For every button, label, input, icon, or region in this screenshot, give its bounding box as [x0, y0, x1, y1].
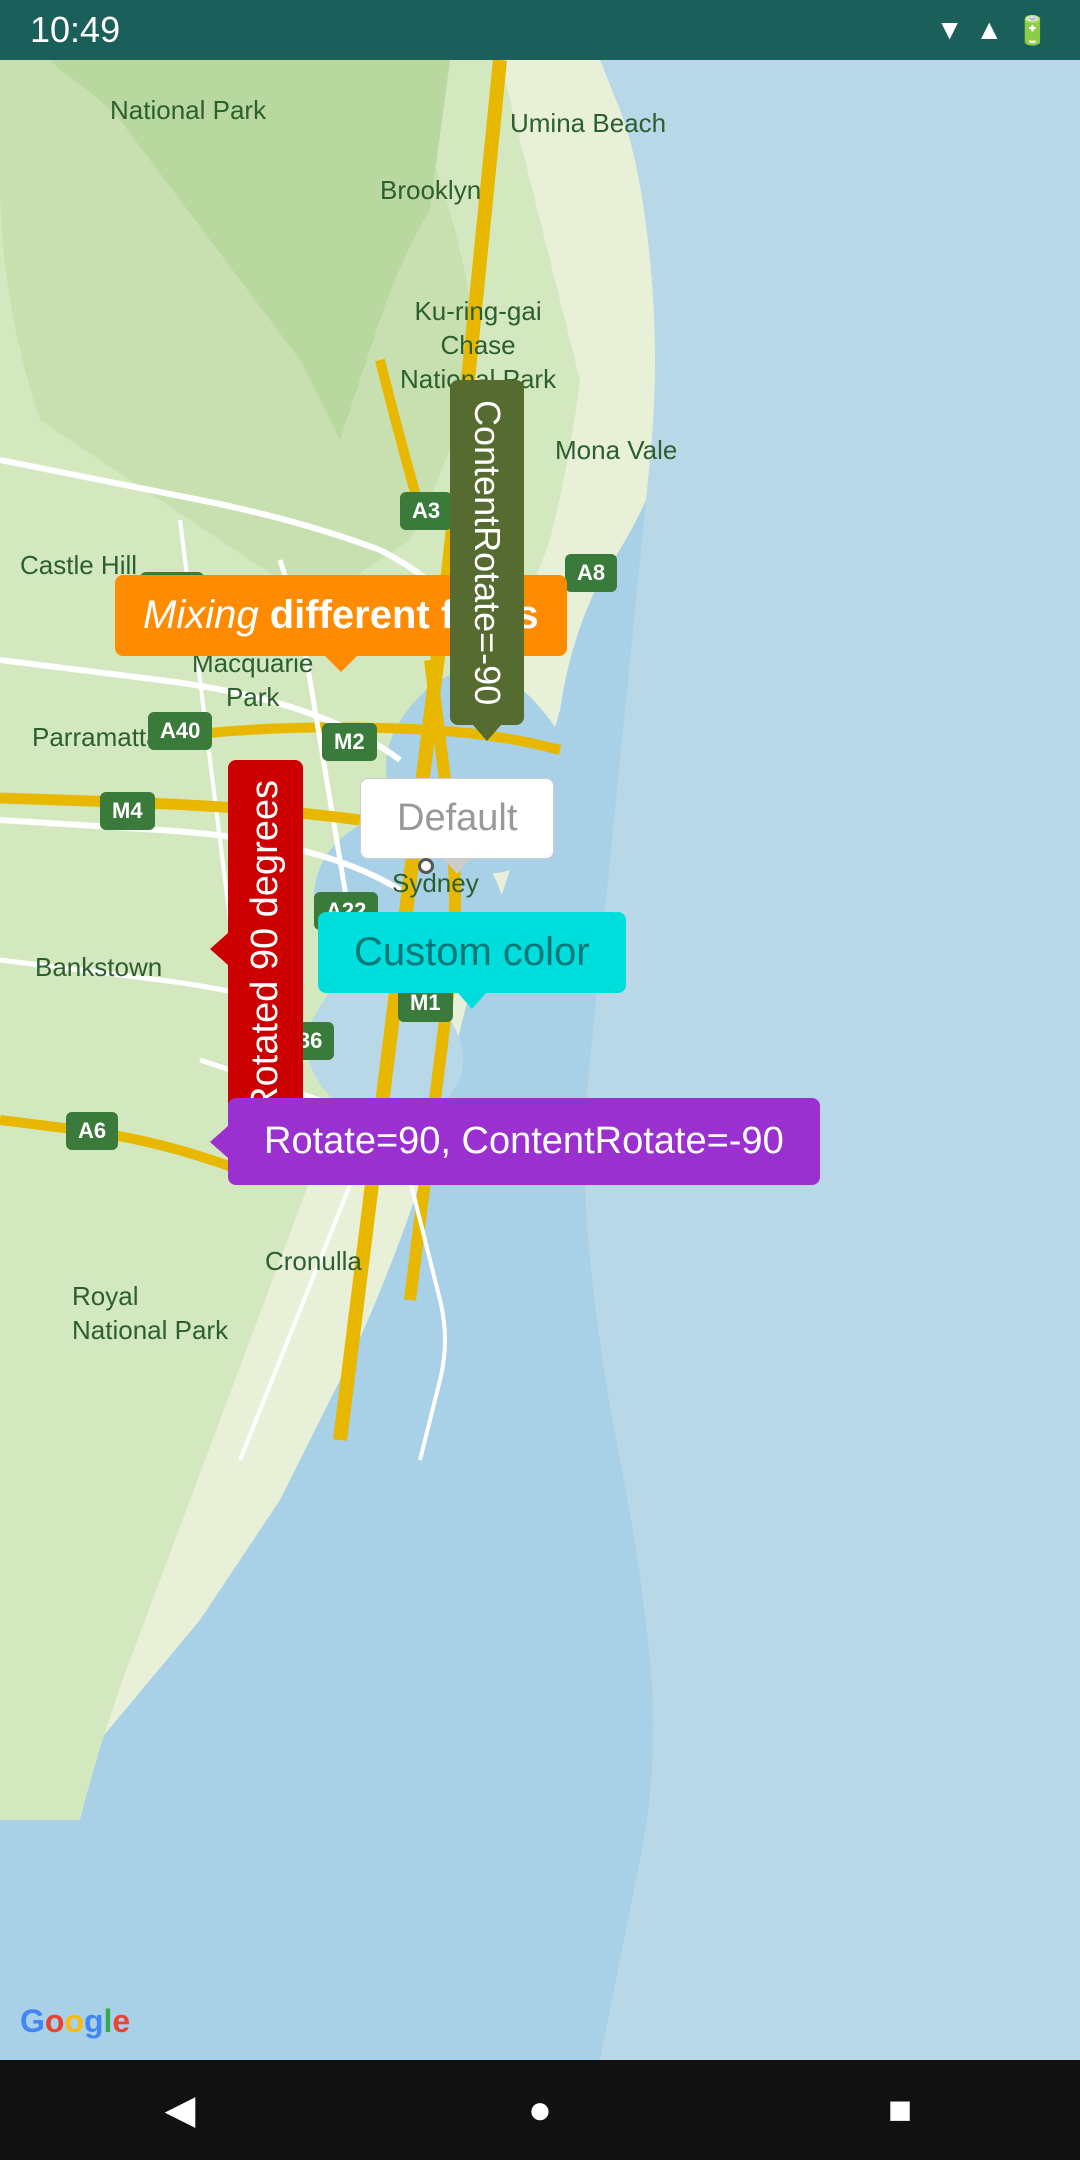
marker-custom-text: Custom color	[354, 930, 590, 974]
label-mona-vale: Mona Vale	[555, 435, 677, 466]
marker-default-text: Default	[397, 797, 517, 839]
marker-rotate90-text: Rotate=90, ContentRotate=-90	[264, 1120, 784, 1162]
sydney-location-dot	[418, 858, 434, 874]
wifi-icon: ▼	[936, 14, 964, 46]
status-icons: ▼ ▲ 🔋	[936, 14, 1050, 47]
label-umina-beach: Umina Beach	[510, 108, 666, 139]
marker-content-rotate[interactable]: ContentRotate=-90	[450, 380, 524, 725]
label-royal-national: RoyalNational Park	[72, 1280, 228, 1348]
marker-content-rotate-text: ContentRotate=-90	[467, 400, 508, 705]
marker-rotate-content-rotate[interactable]: Rotate=90, ContentRotate=-90	[228, 1098, 820, 1185]
signal-icon: ▲	[975, 14, 1003, 46]
label-brooklyn: Brooklyn	[380, 175, 481, 206]
marker-custom-color[interactable]: Custom color	[318, 912, 626, 993]
recents-button[interactable]: ■	[860, 2070, 940, 2150]
marker-rotated-text: Rotated 90 degrees	[244, 780, 287, 1114]
battery-icon: 🔋	[1015, 14, 1050, 47]
label-bankstown: Bankstown	[35, 952, 162, 983]
google-logo: Google	[20, 2003, 130, 2040]
label-cronulla: Cronulla	[265, 1246, 362, 1277]
marker-default[interactable]: Default	[360, 778, 554, 859]
status-bar: 10:49 ▼ ▲ 🔋	[0, 0, 1080, 60]
label-national-park: National Park	[110, 95, 266, 126]
label-macquarie-park: MacquariePark	[192, 647, 313, 715]
back-button[interactable]: ◀	[140, 2070, 220, 2150]
badge-a6: A6	[66, 1112, 118, 1150]
status-time: 10:49	[30, 9, 120, 51]
badge-m2: M2	[322, 723, 377, 761]
nav-bar: ◀ ● ■	[0, 2060, 1080, 2160]
home-button[interactable]: ●	[500, 2070, 580, 2150]
badge-a40: A40	[148, 712, 212, 750]
label-parramatta: Parramatta	[32, 722, 161, 753]
map-container[interactable]: National Park Umina Beach Brooklyn Ku-ri…	[0, 60, 1080, 2060]
marker-rotated-90[interactable]: Rotated 90 degrees	[228, 760, 303, 1139]
badge-a8: A8	[565, 554, 617, 592]
marker-mixing-italic: Mixing	[143, 593, 259, 637]
badge-m4: M4	[100, 792, 155, 830]
badge-a3: A3	[400, 492, 452, 530]
